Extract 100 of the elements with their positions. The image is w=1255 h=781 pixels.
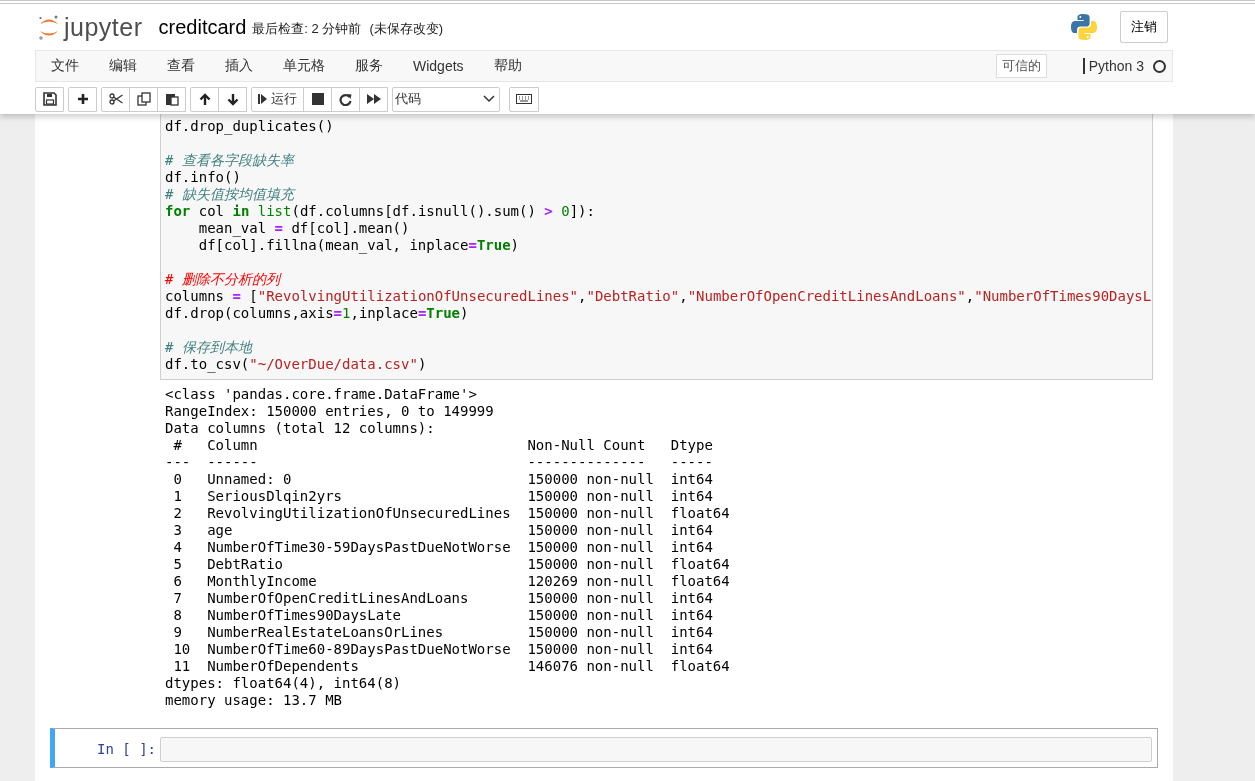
code-line: columns = ["RevolvingUtilizationOfUnsecuredLines","DebtRatio","NumberOfOpenCreditLinesAndLoans","NumberOfTimes90DaysL xyxy=(165,288,1152,305)
output-cell: float64 xyxy=(670,556,730,573)
output-cell: 150000 non-null xyxy=(527,522,654,539)
arrow-up-button[interactable] xyxy=(190,86,219,112)
jupyter-logo-icon xyxy=(38,13,60,41)
output-cell: DebtRatio xyxy=(207,556,283,573)
checkpoint-status: 最后检查: 2 分钟前 xyxy=(252,20,362,38)
output-cell: NumberOfTimes90DaysLate xyxy=(207,607,401,624)
menu-item[interactable]: 单元格 xyxy=(268,57,340,75)
menu-item[interactable]: 编辑 xyxy=(94,57,152,75)
save-icon xyxy=(42,92,57,106)
output-cell: NumberOfTime30-59DaysPastDueNotWorse xyxy=(207,539,511,556)
paste-button[interactable] xyxy=(157,86,186,112)
chevron-down-icon xyxy=(483,95,495,103)
output-cell: int64 xyxy=(670,522,713,539)
output-cell: Unnamed: 0 xyxy=(207,471,292,488)
trusted-badge[interactable]: 可信的 xyxy=(995,54,1047,78)
code-line: df[col].fillna(mean_val, inplace=True) xyxy=(197,237,520,254)
menu-item[interactable]: 服务 xyxy=(340,57,398,75)
output-cell: 1 xyxy=(173,488,182,505)
output-cell: 5 xyxy=(173,556,182,573)
output-cell: int64 xyxy=(670,624,713,641)
input-prompt: In [ ]: xyxy=(97,741,156,757)
output-cell: age xyxy=(207,522,233,539)
restart-icon xyxy=(339,92,352,106)
output-cell: NumberOfDependents xyxy=(207,658,359,675)
output-cell: 8 xyxy=(173,607,182,624)
code-line: df.drop_duplicates() xyxy=(165,118,334,135)
output-cell: MonthlyIncome xyxy=(207,573,317,590)
stop-button[interactable] xyxy=(303,86,332,112)
fast-forward-button[interactable] xyxy=(359,86,388,112)
output-cell: NumberRealEstateLoansOrLines xyxy=(207,624,444,641)
output-cell: 150000 non-null xyxy=(527,624,654,641)
output-cell: float64 xyxy=(670,573,730,590)
paste-icon xyxy=(164,92,179,106)
output-cell: 0 xyxy=(173,471,182,488)
menu-item[interactable]: 插入 xyxy=(210,57,268,75)
output-line: memory usage: 13.7 MB xyxy=(165,692,342,709)
menu-item[interactable]: 查看 xyxy=(152,57,210,75)
python-logo-icon xyxy=(1070,13,1098,41)
output-cell: int64 xyxy=(670,471,713,488)
output-cell: 10 xyxy=(173,641,191,658)
code-line: df.to_csv("~/OverDue/data.csv") xyxy=(165,356,427,373)
kernel-name: Python 3 xyxy=(1082,58,1144,74)
output-separator: -------------- xyxy=(527,454,646,471)
output-separator: ----- xyxy=(670,454,713,471)
output-cell: 150000 non-null xyxy=(527,641,654,658)
output-header: Non-Null Count xyxy=(527,437,646,454)
arrow-down-icon xyxy=(226,92,239,106)
scissors-button[interactable] xyxy=(101,86,130,112)
output-cell: 9 xyxy=(173,624,182,641)
output-cell: int64 xyxy=(670,590,713,607)
output-cell: 2 xyxy=(173,505,182,522)
menu-item[interactable]: Widgets xyxy=(398,58,479,74)
autosave-status: (未保存改变) xyxy=(369,20,444,38)
fast-forward-icon xyxy=(366,93,381,105)
arrow-up-icon xyxy=(198,92,211,106)
plus-icon xyxy=(76,93,89,105)
save-button[interactable] xyxy=(35,86,64,112)
scissors-icon xyxy=(108,93,123,105)
code-input[interactable] xyxy=(160,736,1152,762)
menu-item[interactable]: 帮助 xyxy=(478,57,537,75)
code-line: df.info() xyxy=(165,169,241,186)
jupyter-logo-text[interactable]: jupyter xyxy=(64,12,143,42)
run-button[interactable]: 运行 xyxy=(251,86,304,112)
output-cell: NumberOfOpenCreditLinesAndLoans xyxy=(207,590,469,607)
logout-button[interactable]: 注销 xyxy=(1120,11,1168,43)
keyboard-icon xyxy=(516,94,532,104)
keyboard-button[interactable] xyxy=(509,86,539,112)
menu-item[interactable]: 文件 xyxy=(36,57,94,75)
step-icon xyxy=(258,93,267,105)
output-cell: 11 xyxy=(173,658,191,675)
output-cell: 150000 non-null xyxy=(527,556,654,573)
code-line: # 查看各字段缺失率 xyxy=(165,152,294,169)
output-cell: 120269 non-null xyxy=(527,573,654,590)
notebook-name[interactable]: creditcard xyxy=(158,15,247,39)
code-line: # 缺失值按均值填充 xyxy=(165,186,294,203)
cell-type-select[interactable]: 代码 xyxy=(392,86,500,112)
notebook-cell[interactable]: In [ ]: xyxy=(50,728,1158,768)
output-line: Data columns (total 12 columns): xyxy=(165,420,435,437)
copy-button[interactable] xyxy=(129,86,158,112)
arrow-down-button[interactable] xyxy=(218,86,247,112)
output-header: # xyxy=(173,437,182,454)
output-header: Column xyxy=(207,437,258,454)
plus-button[interactable] xyxy=(68,86,97,112)
output-line: dtypes: float64(4), int64(8) xyxy=(165,675,401,692)
output-cell: 150000 non-null xyxy=(527,488,654,505)
output-cell: NumberOfTime60-89DaysPastDueNotWorse xyxy=(207,641,511,658)
restart-button[interactable] xyxy=(331,86,360,112)
output-cell: 6 xyxy=(173,573,182,590)
output-separator: ------ xyxy=(207,454,258,471)
output-cell: SeriousDlqin2yrs xyxy=(207,488,342,505)
output-cell: int64 xyxy=(670,607,713,624)
output-cell: int64 xyxy=(670,539,713,556)
code-input[interactable] xyxy=(160,114,1153,380)
output-cell: float64 xyxy=(670,505,730,522)
output-cell: 150000 non-null xyxy=(527,471,654,488)
output-cell: 150000 non-null xyxy=(527,607,654,624)
output-line: <class 'pandas.core.frame.DataFrame'> xyxy=(165,386,477,403)
code-line: for col in list(df.columns[df.isnull().sum() > 0]): xyxy=(165,203,595,220)
